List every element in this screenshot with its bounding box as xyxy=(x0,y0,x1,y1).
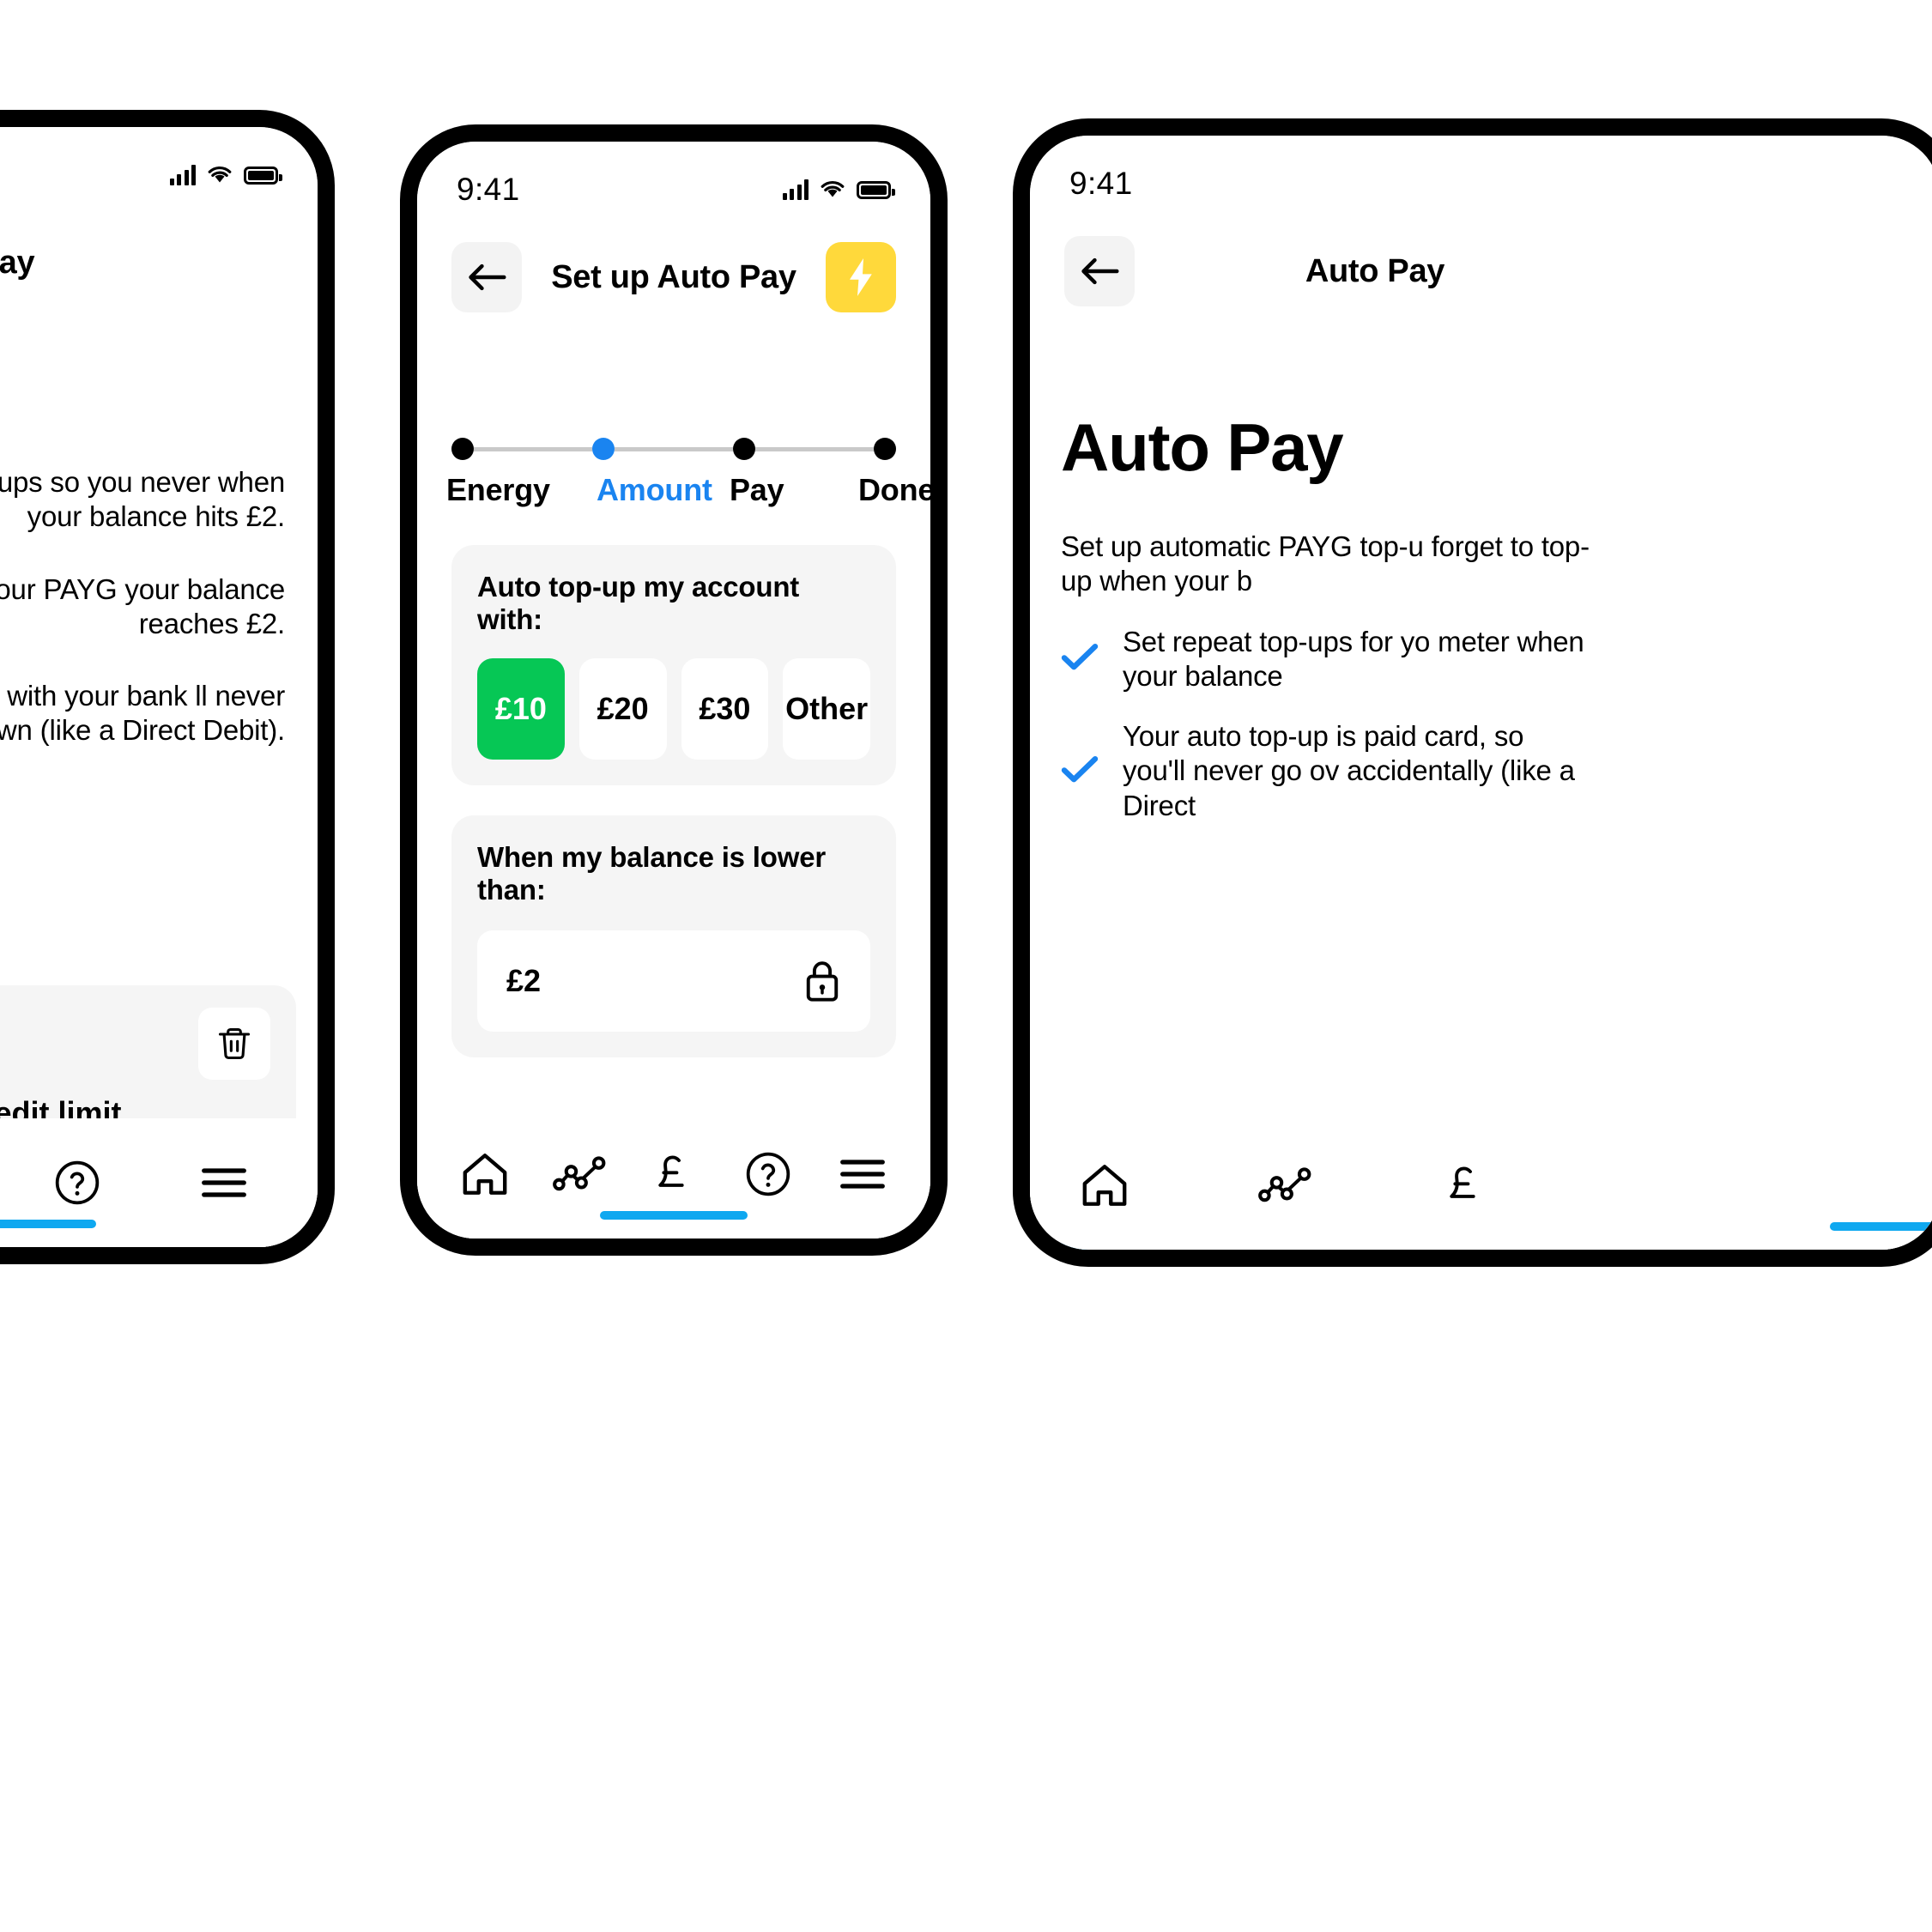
usage-chart-icon xyxy=(553,1156,606,1191)
amount-card: Auto top-up my account with: £10 £20 £30… xyxy=(451,545,896,785)
boost-button[interactable] xyxy=(826,242,896,312)
right-tabbar xyxy=(1030,1121,1932,1250)
check-icon xyxy=(1061,642,1099,675)
battery-icon xyxy=(857,180,895,199)
middle-status-time: 9:41 xyxy=(457,172,520,207)
amount-option-other[interactable]: Other xyxy=(783,658,870,760)
wifi-icon xyxy=(821,180,845,197)
right-navbar: Auto Pay xyxy=(1030,215,1932,328)
middle-status-icons xyxy=(782,179,895,200)
home-icon xyxy=(1082,1165,1127,1206)
back-arrow-icon xyxy=(469,263,506,291)
right-status-time: 9:41 xyxy=(1069,166,1133,201)
home-icon xyxy=(463,1154,507,1195)
step-label-energy: Energy xyxy=(446,472,550,507)
step-bar-2 xyxy=(615,446,733,451)
step-dot-amount[interactable] xyxy=(592,438,615,460)
left-paragraph-2: op-ups for your PAYG your balance reache… xyxy=(0,572,285,639)
right-screen: 9:41 Auto Pay Auto Pay Set up automatic … xyxy=(1030,136,1932,1250)
right-page-title: Auto Pay xyxy=(1305,252,1445,289)
step-bar-3 xyxy=(755,446,874,451)
threshold-value: £2 xyxy=(506,963,542,998)
step-dot-pay[interactable] xyxy=(733,438,755,460)
amount-options: £10 £20 £30 Other xyxy=(477,658,870,760)
wifi-icon xyxy=(208,166,232,183)
left-body: c PAYG top-ups so you never when your ba… xyxy=(0,385,285,748)
menu-icon xyxy=(840,1160,885,1189)
screenshot-canvas: Auto Pay c PAYG top-ups so you never whe… xyxy=(0,0,1932,1932)
help-icon xyxy=(746,1152,790,1196)
usage-chart-icon xyxy=(1258,1167,1311,1202)
right-heading: Auto Pay xyxy=(1061,409,1344,485)
middle-status-bar: 9:41 xyxy=(417,142,930,221)
setup-stepper: Energy Amount Pay Done xyxy=(446,438,930,508)
bolt-icon xyxy=(850,258,872,296)
benefit-item-1: Set repeat top-ups for yo meter when you… xyxy=(1061,625,1593,694)
tab-menu[interactable] xyxy=(197,1156,251,1209)
benefit-text-2: Your auto top-up is paid card, so you'll… xyxy=(1123,720,1575,821)
battery-icon xyxy=(244,166,282,185)
signal-icon xyxy=(782,179,809,200)
tab-usage[interactable] xyxy=(553,1148,606,1201)
right-body: Auto Pay Set up automatic PAYG top-u for… xyxy=(1061,409,1593,823)
tab-pay[interactable] xyxy=(647,1148,700,1201)
back-arrow-icon xyxy=(1081,257,1119,285)
back-button[interactable] xyxy=(451,242,522,312)
step-bar-1 xyxy=(474,446,592,451)
left-screen: Auto Pay c PAYG top-ups so you never whe… xyxy=(0,127,318,1247)
pound-icon xyxy=(658,1155,684,1187)
left-status-bar xyxy=(0,127,318,206)
tab-help[interactable] xyxy=(742,1148,795,1201)
step-dot-done[interactable] xyxy=(874,438,896,460)
tab-help[interactable] xyxy=(51,1156,104,1209)
middle-navbar: Set up Auto Pay xyxy=(417,221,930,334)
stepper-labels: Energy Amount Pay Done xyxy=(446,472,930,508)
stepper-track xyxy=(451,438,896,460)
left-page-title: Auto Pay xyxy=(0,244,35,281)
left-paragraph-3: op-up is paid with your bank ll never go… xyxy=(0,680,285,747)
signal-icon xyxy=(169,165,196,185)
middle-screen: 9:41 Set up Auto Pay Energy Amount Pay D… xyxy=(417,142,930,1239)
help-icon xyxy=(55,1160,100,1205)
tab-home[interactable] xyxy=(1078,1159,1131,1212)
left-status-icons xyxy=(169,165,282,185)
tab-pay[interactable] xyxy=(1438,1159,1492,1212)
phone-left: Auto Pay c PAYG top-ups so you never whe… xyxy=(0,110,335,1264)
amount-card-title: Auto top-up my account with: xyxy=(477,571,800,635)
threshold-card: When my balance is lower than: £2 xyxy=(451,815,896,1057)
tab-usage[interactable] xyxy=(1258,1159,1311,1212)
threshold-card-title: When my balance is lower than: xyxy=(477,841,826,905)
phone-middle: 9:41 Set up Auto Pay Energy Amount Pay D… xyxy=(400,124,948,1256)
trash-icon xyxy=(218,1027,251,1060)
threshold-input[interactable]: £2 xyxy=(477,930,870,1032)
middle-page-title: Set up Auto Pay xyxy=(551,258,796,295)
delete-button[interactable] xyxy=(198,1008,270,1080)
right-home-indicator xyxy=(1830,1222,1932,1231)
amount-option-30[interactable]: £30 xyxy=(681,658,769,760)
lock-icon xyxy=(806,961,839,1002)
middle-home-indicator xyxy=(600,1211,748,1220)
right-status-bar: 9:41 xyxy=(1030,136,1932,215)
step-label-amount: Amount xyxy=(597,472,712,507)
amount-option-10[interactable]: £10 xyxy=(477,658,565,760)
right-intro: Set up automatic PAYG top-u forget to to… xyxy=(1061,530,1590,597)
menu-icon xyxy=(201,1168,246,1197)
amount-option-20[interactable]: £20 xyxy=(578,658,667,760)
pound-icon xyxy=(1450,1166,1475,1198)
tab-home[interactable] xyxy=(458,1148,512,1201)
phone-right: 9:41 Auto Pay Auto Pay Set up automatic … xyxy=(1013,118,1932,1267)
left-paragraph-1: c PAYG top-ups so you never when your ba… xyxy=(0,466,285,533)
benefit-item-2: Your auto top-up is paid card, so you'll… xyxy=(1061,719,1593,823)
check-icon xyxy=(1061,754,1099,788)
left-clipped-line xyxy=(0,385,285,419)
benefit-text-1: Set repeat top-ups for yo meter when you… xyxy=(1123,625,1584,692)
step-label-pay: Pay xyxy=(730,472,784,507)
left-card-toolbar xyxy=(0,1008,270,1080)
step-dot-energy[interactable] xyxy=(451,438,474,460)
back-button[interactable] xyxy=(1064,236,1135,306)
left-home-indicator xyxy=(0,1220,96,1228)
left-navbar: Auto Pay xyxy=(0,206,318,319)
step-label-done: Done xyxy=(858,472,930,507)
tab-menu[interactable] xyxy=(836,1148,889,1201)
